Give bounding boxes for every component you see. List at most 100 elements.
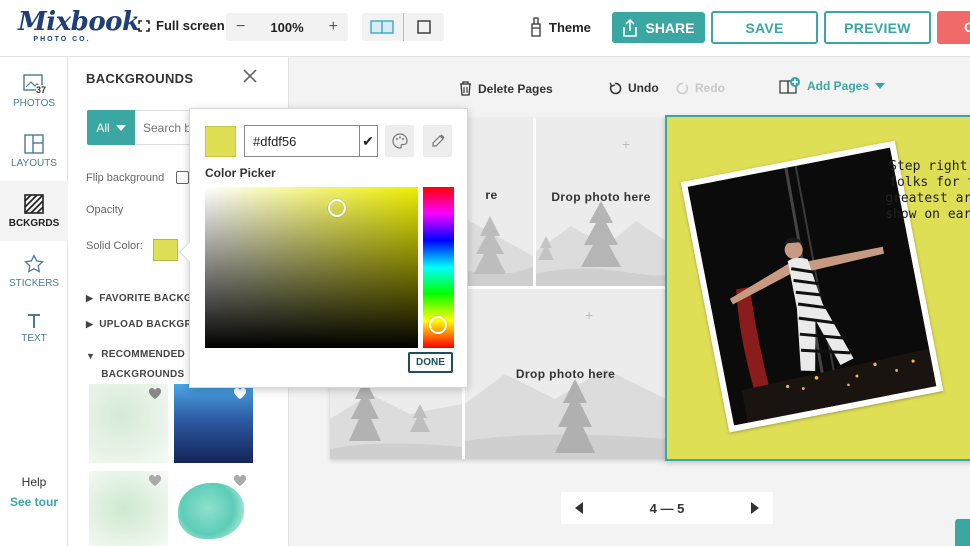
caret-right-icon: ▶ <box>86 293 94 303</box>
rail-item-backgrounds[interactable]: BCKGRDS <box>0 181 68 241</box>
done-button[interactable]: DONE <box>408 352 453 373</box>
trash-icon <box>460 81 471 96</box>
drop-photo-label: Drop photo here <box>515 367 616 381</box>
preview-button[interactable]: PREVIEW <box>824 11 931 44</box>
background-thumbnail[interactable] <box>89 471 168 546</box>
fullscreen-button[interactable]: Full screen <box>138 18 225 33</box>
undo-label: Undo <box>628 81 659 95</box>
single-page-icon <box>417 20 431 34</box>
spread-view-icon <box>370 20 394 34</box>
saturation-brightness-area[interactable] <box>205 187 418 348</box>
theme-label: Theme <box>549 19 591 35</box>
drop-photo-label: Drop photo here <box>551 190 651 204</box>
corner-action-button[interactable] <box>955 519 970 546</box>
hex-color-input[interactable] <box>244 125 360 157</box>
background-thumbnail[interactable] <box>89 384 168 463</box>
next-page-icon[interactable] <box>751 502 759 514</box>
eyedropper-button[interactable] <box>423 125 452 157</box>
save-button[interactable]: SAVE <box>711 11 818 44</box>
heart-icon[interactable] <box>233 475 247 487</box>
background-thumbnail[interactable] <box>174 471 253 546</box>
add-pages-icon <box>779 77 800 94</box>
undo-button[interactable]: Undo <box>609 81 659 95</box>
redo-label: Redo <box>695 81 725 95</box>
backgrounds-icon <box>24 193 44 214</box>
order-button[interactable]: O <box>937 11 970 44</box>
palette-icon <box>391 133 408 149</box>
page-indicator: 4 — 5 <box>649 500 685 516</box>
section-label-line2: BACKGROUNDS <box>101 369 185 380</box>
zoom-out-button[interactable]: − <box>236 18 245 36</box>
color-picker-popup: ✔ Color Picker DONE <box>179 108 468 388</box>
theme-button[interactable]: Theme <box>529 17 591 37</box>
solid-color-swatch[interactable] <box>153 239 178 261</box>
page-navigator: 4 — 5 <box>561 492 773 524</box>
opacity-label: Opacity <box>86 204 124 216</box>
add-pages-label: Add Pages <box>807 79 870 93</box>
rail-item-label: LAYOUTS <box>11 157 57 169</box>
eyedropper-icon <box>431 134 445 147</box>
add-pages-button[interactable]: Add Pages <box>779 77 886 95</box>
saturation-brightness-handle[interactable] <box>328 198 347 217</box>
rail-item-layouts[interactable]: LAYOUTS <box>0 121 68 181</box>
delete-pages-button[interactable]: Delete Pages <box>459 81 553 96</box>
redo-button[interactable]: Redo <box>676 81 725 95</box>
panel-title: BACKGROUNDS <box>86 71 194 86</box>
rail-item-label: STICKERS <box>8 277 59 289</box>
see-tour-link[interactable]: See tour <box>0 495 68 509</box>
zoom-in-button[interactable]: + <box>329 18 338 36</box>
single-page-view-button[interactable] <box>403 13 444 41</box>
hue-slider-handle[interactable] <box>429 316 447 335</box>
undo-icon <box>609 82 622 94</box>
rail-item-label: BCKGRDS <box>8 217 60 229</box>
page-caption[interactable]: Step right up folks for the greatest are… <box>885 159 970 223</box>
palette-button[interactable] <box>385 125 414 157</box>
chevron-down-icon <box>115 124 126 131</box>
previous-page-icon[interactable] <box>575 502 583 514</box>
delete-pages-label: Delete Pages <box>478 81 553 96</box>
paintbrush-icon <box>531 17 541 37</box>
view-toggle <box>362 13 444 41</box>
watercolor-blob <box>178 483 244 539</box>
category-filter-dropdown[interactable]: All <box>87 110 135 145</box>
apply-hex-button[interactable]: ✔ <box>359 125 378 157</box>
zoom-level: 100% <box>270 19 304 35</box>
heart-icon[interactable] <box>148 475 162 487</box>
logo-wordmark: Mixbook <box>18 7 140 37</box>
solid-color-label: Solid Color: <box>86 240 143 252</box>
photo-placeholder[interactable]: + Drop photo here <box>536 118 666 286</box>
rail-item-photos[interactable]: 37 PHOTOS <box>0 61 68 121</box>
zoom-control: − 100% + <box>226 13 348 41</box>
hue-slider[interactable] <box>423 187 454 348</box>
redo-icon <box>676 82 689 94</box>
right-page[interactable]: Step right up folks for the greatest are… <box>665 115 970 461</box>
current-color-swatch <box>205 126 236 157</box>
text-icon <box>28 313 40 328</box>
flip-background-label: Flip background <box>86 172 165 184</box>
background-thumbnail[interactable] <box>174 384 253 463</box>
close-panel-button[interactable] <box>243 69 257 88</box>
top-toolbar: Mixbook PHOTO CO. Full screen − 100% + T… <box>0 0 970 57</box>
left-rail: 37 PHOTOS LAYOUTS BCKGRDS STICKERS TEXT … <box>0 57 68 546</box>
section-label-wrap: RECOMMENDED BACKGROUNDS <box>101 345 185 385</box>
spread-view-button[interactable] <box>362 13 403 41</box>
fullscreen-label: Full screen <box>156 18 225 33</box>
photo-count-badge: 37 <box>36 85 47 95</box>
help-label: Help <box>21 475 47 489</box>
share-button[interactable]: SHARE <box>612 12 705 43</box>
share-icon <box>623 18 638 37</box>
photo-placeholder[interactable]: + Drop photo here <box>465 289 666 459</box>
mountain-landscape-icon <box>465 369 666 459</box>
sparkle-icon: + <box>585 307 594 323</box>
rail-item-stickers[interactable]: STICKERS <box>0 241 68 301</box>
mixbook-logo[interactable]: Mixbook PHOTO CO. <box>18 7 140 48</box>
checkmark-icon: ✔ <box>362 132 374 149</box>
section-recommended-backgrounds[interactable]: ▼ RECOMMENDED BACKGROUNDS <box>86 345 185 385</box>
caret-down-icon: ▼ <box>86 351 96 361</box>
layouts-icon <box>24 133 44 154</box>
heart-icon[interactable] <box>233 388 247 400</box>
flip-background-checkbox[interactable] <box>176 171 189 184</box>
logo-tagline: PHOTO CO. <box>33 36 91 43</box>
heart-icon[interactable] <box>148 388 162 400</box>
rail-item-text[interactable]: TEXT <box>0 298 68 358</box>
